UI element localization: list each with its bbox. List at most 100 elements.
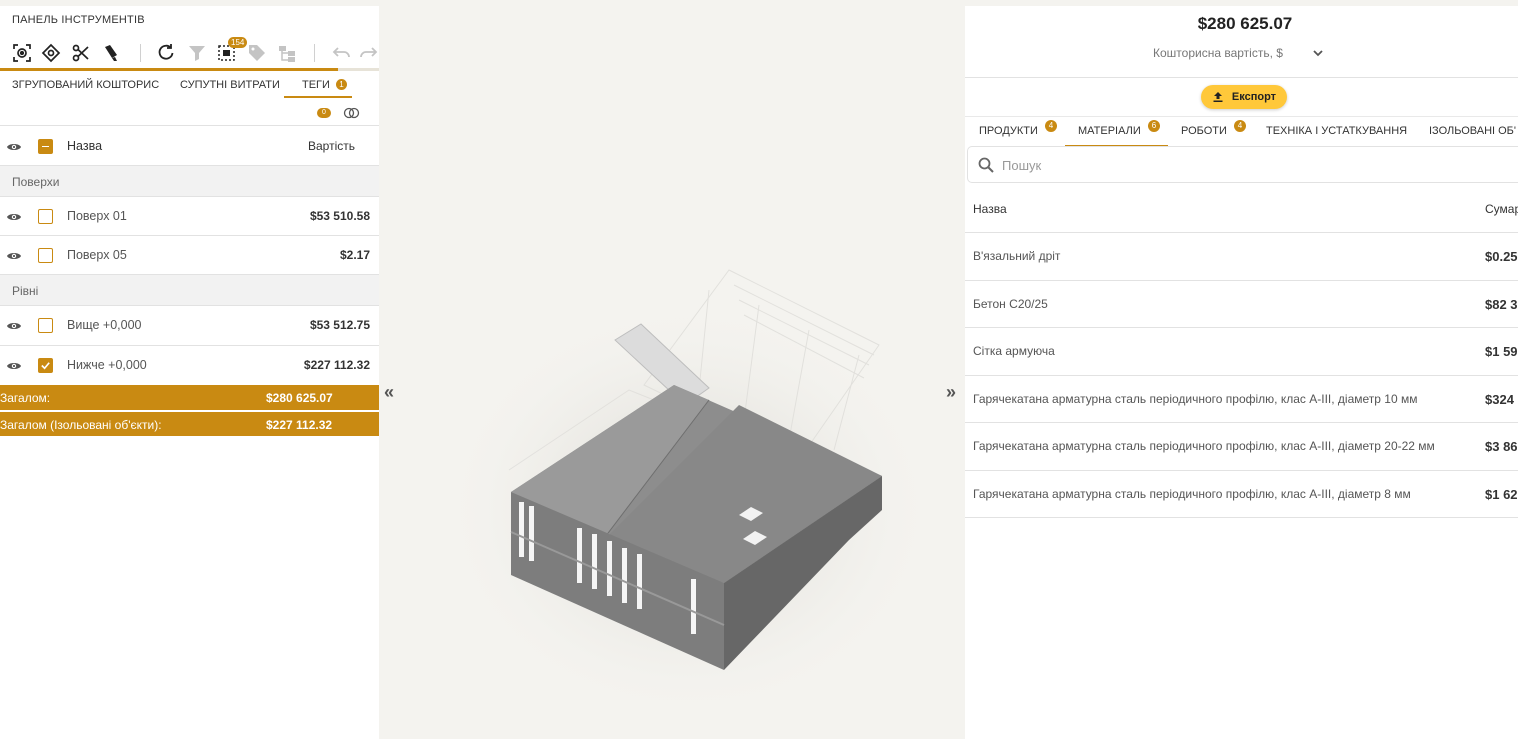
search-icon	[978, 157, 994, 173]
filter-indicator[interactable]: 0	[317, 108, 331, 118]
panel-title: ПАНЕЛЬ ІНСТРУМЕНТІВ	[12, 14, 145, 26]
eye-icon[interactable]	[6, 360, 22, 372]
progress-bar	[0, 68, 338, 71]
rotate-view-icon[interactable]	[40, 42, 62, 64]
material-name: В'язальний дріт	[973, 249, 1061, 263]
row-value: $2.17	[339, 248, 370, 262]
tab-products-badge: 4	[1045, 120, 1057, 132]
material-name: Сітка армуюча	[973, 344, 1055, 358]
selection-count-badge: 154	[228, 37, 248, 48]
row-checkbox[interactable]	[38, 248, 53, 263]
material-tabs: ПРОДУКТИ 4 МАТЕРІАЛИ 6 РОБОТИ 4 ТЕХНІКА …	[965, 116, 1518, 147]
row-name: Нижче +0,000	[67, 358, 147, 372]
select-object-icon[interactable]	[11, 42, 33, 64]
total-label: Загалом:	[0, 391, 51, 405]
row-name: Поверх 05	[67, 248, 127, 262]
row-checkbox[interactable]	[38, 358, 53, 373]
paint-brush-icon[interactable]	[100, 42, 122, 64]
material-row[interactable]: Сітка армуюча $1 59	[965, 328, 1518, 376]
tab-grouped-estimate[interactable]: ЗГРУПОВАНИЙ КОШТОРИС	[12, 79, 159, 91]
total-isolated-value: $227 112.32	[266, 418, 333, 432]
tab-works-badge: 4	[1234, 120, 1246, 132]
left-tabs: ЗГРУПОВАНИЙ КОШТОРИС СУПУТНІ ВИТРАТИ ТЕГ…	[0, 72, 379, 100]
collapse-right-button[interactable]: »	[946, 382, 956, 403]
toolbar: 154	[0, 37, 379, 68]
tag-row[interactable]: Вище +0,000 $53 512.75	[0, 306, 379, 346]
material-row[interactable]: В'язальний дріт $0.25	[965, 233, 1518, 281]
eye-icon[interactable]	[6, 141, 22, 153]
group-levels: Рівні	[0, 275, 379, 306]
export-label: Експорт	[1231, 91, 1277, 103]
header-value: Вартість	[308, 139, 355, 153]
group-floors: Поверхи	[0, 166, 379, 197]
header-name: Назва	[973, 202, 1007, 216]
redo-icon[interactable]	[358, 42, 379, 64]
hierarchy-icon[interactable]	[276, 42, 298, 64]
compare-toggle-icon[interactable]	[343, 107, 360, 119]
material-name: Гарячекатана арматурна сталь періодичног…	[973, 486, 1411, 501]
cost-type-select[interactable]: Кошторисна вартість, $	[1153, 46, 1283, 60]
tab-works[interactable]: РОБОТИ	[1181, 125, 1227, 137]
material-row[interactable]: Бетон С20/25 $82 3	[965, 281, 1518, 328]
tab-related-costs[interactable]: СУПУТНІ ВИТРАТИ	[180, 79, 280, 91]
selection-count-icon[interactable]: 154	[216, 37, 248, 64]
search-input[interactable]	[1002, 155, 1402, 175]
tag-icon[interactable]	[246, 42, 268, 64]
chevron-down-icon[interactable]	[1312, 48, 1324, 58]
material-name: Гарячекатана арматурна сталь періодичног…	[973, 391, 1418, 406]
row-name: Вище +0,000	[67, 318, 142, 332]
tab-tags-label: ТЕГИ	[302, 79, 330, 91]
building-3d-model[interactable]	[379, 0, 965, 739]
filter-icon[interactable]	[186, 42, 208, 64]
row-value: $53 512.75	[309, 318, 370, 332]
toolbar-divider	[314, 44, 315, 62]
material-sum: $3 86	[1485, 439, 1518, 454]
row-value: $227 112.32	[303, 358, 370, 372]
progress-bar-track	[338, 68, 379, 71]
tag-row[interactable]: Поверх 05 $2.17	[0, 236, 379, 275]
tag-row[interactable]: Нижче +0,000 $227 112.32	[0, 346, 379, 385]
header-sum: Сумар	[1485, 202, 1518, 216]
material-row[interactable]: Гарячекатана арматурна сталь періодичног…	[965, 376, 1518, 423]
eye-icon[interactable]	[6, 250, 22, 262]
group-title: Поверхи	[12, 175, 60, 189]
export-button[interactable]: Експорт	[1201, 85, 1287, 109]
row-checkbox[interactable]	[38, 209, 53, 224]
tag-row[interactable]: Поверх 01 $53 510.58	[0, 197, 379, 236]
estimate-total: $280 625.07	[1197, 14, 1293, 33]
toolbar-divider	[140, 44, 141, 62]
refresh-icon[interactable]	[155, 42, 177, 64]
eye-icon[interactable]	[6, 320, 22, 332]
row-value: $53 510.58	[309, 209, 370, 223]
model-viewport[interactable]: « »	[379, 0, 965, 739]
material-sum: $1 59	[1485, 344, 1518, 359]
tab-tags-badge: 1	[336, 79, 347, 90]
total-isolated-label: Загалом (Ізольовані об'єкти):	[0, 418, 162, 432]
material-row[interactable]: Гарячекатана арматурна сталь періодичног…	[965, 423, 1518, 471]
row-checkbox[interactable]	[38, 318, 53, 333]
material-row[interactable]: Гарячекатана арматурна сталь періодичног…	[965, 471, 1518, 518]
material-sum: $1 62	[1485, 486, 1518, 502]
row-name: Поверх 01	[67, 209, 127, 223]
material-sum: $0.25	[1485, 249, 1518, 264]
tab-equipment[interactable]: ТЕХНІКА І УСТАТКУВАННЯ	[1266, 125, 1407, 137]
group-title: Рівні	[12, 284, 39, 298]
material-sum: $82 3	[1485, 296, 1518, 312]
collapse-left-button[interactable]: «	[384, 382, 394, 403]
scissors-icon[interactable]	[70, 42, 92, 64]
tab-materials-label: МАТЕРІАЛИ	[1078, 125, 1141, 137]
search-box	[967, 146, 1518, 183]
eye-icon[interactable]	[6, 211, 22, 223]
tab-materials-badge: 6	[1148, 120, 1160, 132]
tab-products[interactable]: ПРОДУКТИ	[979, 125, 1038, 137]
filter-row: 0	[0, 102, 379, 126]
tab-isolated[interactable]: ІЗОЛЬОВАНІ ОБ'	[1429, 125, 1516, 137]
header-name: Назва	[67, 139, 103, 153]
estimate-panel: $280 625.07 Кошторисна вартість, $ Експо…	[965, 6, 1518, 739]
materials-table-header: Назва Сумар	[965, 184, 1518, 233]
total-isolated-row: Загалом (Ізольовані об'єкти): $227 112.3…	[0, 411, 379, 436]
select-all-checkbox[interactable]	[38, 139, 53, 154]
upload-icon	[1213, 92, 1223, 102]
undo-icon[interactable]	[330, 42, 352, 64]
tags-table-header: Назва Вартість	[0, 127, 379, 166]
